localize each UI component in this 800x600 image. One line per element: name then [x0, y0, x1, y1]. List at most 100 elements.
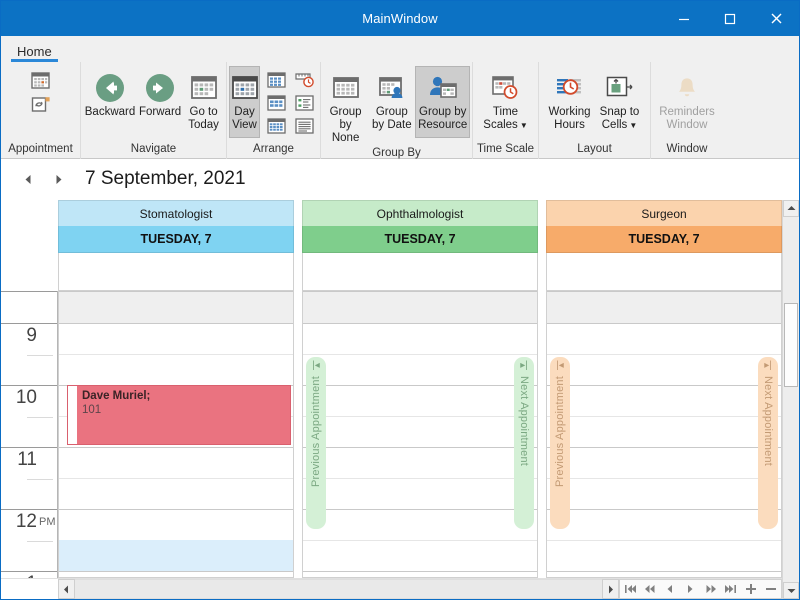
delete-record-button[interactable]	[761, 580, 780, 599]
vscroll-up-button[interactable]	[783, 200, 799, 217]
time-ruler-hour: 10	[15, 387, 37, 408]
add-record-button[interactable]	[741, 580, 760, 599]
appointment-dave-muriel[interactable]: Dave Muriel; 101	[67, 385, 291, 445]
non-working-hours-band	[303, 291, 537, 323]
next-appointment-button-ophthalmologist[interactable]: ▸| Next Appointment	[514, 357, 534, 529]
resource-name-label: Stomatologist	[58, 200, 294, 226]
appointment-location: 101	[82, 404, 102, 416]
group-by-none-button[interactable]: Group by None	[323, 66, 368, 146]
resource-name-label: Ophthalmologist	[302, 200, 538, 226]
day-view-button-label: Day View	[232, 106, 257, 131]
day-column-ophthalmologist[interactable]: |◂ Previous Appointment ▸| Next Appointm…	[302, 291, 538, 578]
ribbon-group-label-layout: Layout	[577, 143, 612, 155]
next-appointment-button-surgeon[interactable]: ▸| Next Appointment	[758, 357, 778, 529]
ribbon-group-layout: Working Hours Snap to Cells ▼ Layout	[539, 62, 651, 159]
hscroll-right-button[interactable]	[602, 579, 619, 599]
ribbon-group-label-time-scale: Time Scale	[476, 143, 535, 155]
vscroll-track[interactable]	[783, 217, 799, 582]
backward-button-label: Backward	[84, 106, 136, 118]
resource-header-stomatologist[interactable]: Stomatologist TUESDAY, 7	[58, 200, 294, 291]
group-resource-icon	[428, 70, 458, 106]
time-ruler-hour: 11	[17, 449, 37, 470]
week-view-button[interactable]	[262, 91, 290, 114]
ribbon-tab-strip: Home	[1, 36, 799, 62]
list-view-button[interactable]	[290, 114, 318, 137]
forward-button[interactable]: Forward	[137, 66, 183, 138]
ribbon-group-label-navigate: Navigate	[130, 143, 177, 155]
group-by-resource-button-label: Group by Resource	[418, 106, 468, 131]
maximize-button[interactable]	[707, 1, 753, 36]
previous-appointment-label: Previous Appointment	[310, 376, 322, 488]
agenda-view-button[interactable]	[290, 91, 318, 114]
work-week-view-button[interactable]	[262, 68, 290, 91]
vscroll-down-button[interactable]	[783, 582, 799, 599]
date-next-button[interactable]	[47, 168, 69, 190]
time-scales-button[interactable]: Time Scales ▼	[482, 66, 530, 138]
next-record-button[interactable]	[681, 580, 700, 599]
window-controls	[661, 1, 799, 36]
resource-name-label: Surgeon	[546, 200, 782, 226]
last-record-button[interactable]	[721, 580, 740, 599]
time-scales-button-label: Time Scales ▼	[482, 106, 528, 132]
ribbon-group-label-group-by: Group By	[372, 147, 421, 159]
first-record-button[interactable]	[621, 580, 640, 599]
all-day-area[interactable]	[58, 253, 294, 291]
ribbon-group-group-by: Group by None Group by Date Group by Res…	[321, 62, 473, 159]
next-page-button[interactable]	[701, 580, 720, 599]
ribbon-group-label-window: Window	[666, 143, 708, 155]
group-date-icon	[378, 70, 406, 106]
date-prev-button[interactable]	[17, 168, 39, 190]
resource-header-surgeon[interactable]: Surgeon TUESDAY, 7	[546, 200, 782, 291]
time-scales-icon	[491, 70, 521, 106]
next-appointment-arrow-icon: ▸|	[764, 360, 772, 371]
time-ruler-hour: 1	[1, 574, 37, 579]
main-window: MainWindow Home Appointment Backward For…	[0, 0, 800, 600]
prev-page-button[interactable]	[641, 580, 660, 599]
bottom-bar	[1, 578, 782, 599]
arrow-left-circle-icon	[94, 70, 126, 106]
new-appointment-button[interactable]	[26, 68, 56, 92]
all-day-area[interactable]	[302, 253, 538, 291]
month-view-button[interactable]	[262, 114, 290, 137]
group-by-date-button[interactable]: Group by Date	[369, 66, 414, 138]
group-by-none-button-label: Group by None	[329, 106, 362, 144]
hscroll-track[interactable]	[75, 579, 602, 599]
scrollbar-spacer	[1, 579, 58, 599]
day-column-surgeon[interactable]: |◂ Previous Appointment ▸| Next Appointm…	[546, 291, 782, 578]
next-appointment-arrow-icon: ▸|	[520, 360, 528, 371]
time-ruler-ampm: PM	[39, 516, 56, 528]
group-by-date-button-label: Group by Date	[371, 106, 412, 131]
prev-appointment-arrow-icon: |◂	[312, 360, 320, 371]
scheduler-control: Stomatologist TUESDAY, 7 Ophthalmologist…	[1, 199, 799, 599]
backward-button[interactable]: Backward	[83, 66, 137, 138]
hscroll-left-button[interactable]	[58, 579, 75, 599]
time-scales-label-text: Time Scales	[483, 106, 519, 131]
close-button[interactable]	[753, 1, 799, 36]
date-navigation-bar: 7 September, 2021	[1, 159, 799, 199]
group-none-icon	[332, 70, 360, 106]
new-recurring-appointment-button[interactable]	[26, 92, 56, 116]
minimize-button[interactable]	[661, 1, 707, 36]
time-ruler-hour: 12	[15, 511, 37, 532]
day-columns: Dave Muriel; 101 |◂ Previous Appointment…	[58, 291, 782, 578]
ribbon-group-time-scale: Time Scales ▼ Time Scale	[473, 62, 539, 159]
group-by-resource-button[interactable]: Group by Resource	[415, 66, 470, 138]
snap-to-cells-button[interactable]: Snap to Cells ▼	[596, 66, 644, 138]
all-day-area[interactable]	[546, 253, 782, 291]
previous-appointment-button-ophthalmologist[interactable]: |◂ Previous Appointment	[306, 357, 326, 529]
resource-header-ophthalmologist[interactable]: Ophthalmologist TUESDAY, 7	[302, 200, 538, 291]
prev-record-button[interactable]	[661, 580, 680, 599]
day-view-button[interactable]: Day View	[229, 66, 260, 138]
timeline-view-button[interactable]	[290, 68, 318, 91]
working-hours-button[interactable]: Working Hours	[546, 66, 594, 138]
resource-headers: Stomatologist TUESDAY, 7 Ophthalmologist…	[58, 200, 782, 291]
vertical-scrollbar[interactable]	[782, 200, 799, 599]
go-to-today-button[interactable]: Go to Today	[183, 66, 224, 138]
go-to-today-button-label: Go to Today	[188, 106, 219, 131]
vscroll-thumb[interactable]	[784, 303, 798, 387]
day-column-stomatologist[interactable]: Dave Muriel; 101	[58, 291, 294, 578]
previous-appointment-button-surgeon[interactable]: |◂ Previous Appointment	[550, 357, 570, 529]
tab-home[interactable]: Home	[11, 44, 58, 62]
chevron-down-icon: ▼	[629, 121, 638, 130]
selected-time-cell[interactable]	[59, 540, 293, 571]
